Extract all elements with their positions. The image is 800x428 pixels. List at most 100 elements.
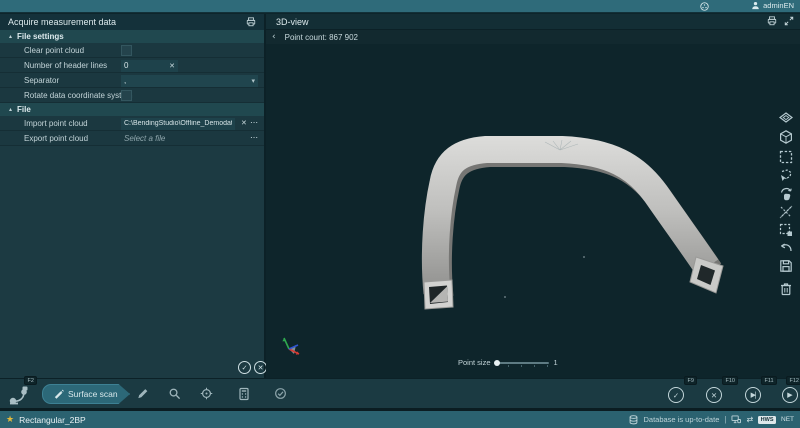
expand-view-icon[interactable] [784,16,794,26]
panel-title: Acquire measurement data [8,17,116,27]
print-icon[interactable] [246,17,256,27]
invert-selection-icon[interactable] [778,222,794,238]
row-label: Number of header lines [24,61,107,70]
panel-header: Acquire measurement data [0,14,264,30]
point-count-label: Point count: 867 902 [285,33,358,42]
print-icon[interactable] [767,16,777,26]
section-title: File [17,105,31,114]
close-icon: ✕ [258,364,264,372]
cube-view-icon[interactable] [778,129,794,145]
point-size-value: 1 [554,358,558,367]
play-f12-button[interactable]: ▶ [782,387,798,403]
row-header-lines: Number of header lines 0 ✕ [0,58,264,73]
tube-render [266,44,800,378]
close-icon: ✕ [711,391,717,400]
slider-handle[interactable] [494,360,500,366]
row-export-point-cloud: Export point cloud Select a file ⋯ [0,131,264,146]
section-file[interactable]: ▴ File [0,103,264,116]
status-bar: ★ Rectangular_2BP Database is up-to-date… [0,411,800,428]
f10-badge: F10 [722,376,738,385]
point-size-label: Point size [458,358,491,367]
collapse-icon: ▴ [9,106,12,113]
save-icon[interactable] [778,258,794,274]
play-icon: ▶ [787,391,792,399]
f2-badge: F2 [24,376,37,385]
search-icon[interactable] [168,387,181,400]
row-import-point-cloud: Import point cloud C:\BendingStudio\Offl… [0,116,264,131]
check-icon: ✓ [242,364,248,372]
separator-dropdown[interactable]: , ▾ [121,75,258,87]
surface-scan-button[interactable]: Surface scan [42,384,130,404]
rotate-select-icon[interactable] [778,186,794,202]
row-label: Separator [24,76,59,85]
input-value: 0 [124,61,166,70]
hws-badge: HWS [758,416,776,424]
user-icon [751,1,760,10]
file-placeholder: Select a file [124,134,245,143]
surface-scan-label: Surface scan [68,389,118,399]
back-chevron-icon[interactable]: ‹ [272,32,276,42]
delete-icon[interactable] [778,281,794,297]
point-size-slider[interactable] [496,362,549,364]
top-bar: adminEN [0,0,800,13]
header-lines-input[interactable]: 0 ✕ [121,60,178,72]
status-separator: | [724,415,726,424]
collapse-icon: ▴ [9,33,12,40]
acquire-measurement-panel: Acquire measurement data ▴ File settings… [0,14,266,378]
row-label: Clear point cloud [24,46,84,55]
check-icon: ✓ [673,391,679,400]
database-status: Database is up-to-date [643,415,719,424]
export-file-field[interactable]: Select a file [121,133,248,145]
favorite-star-icon: ★ [6,415,14,425]
play-step-icon: ▶| [751,391,756,399]
database-icon [629,415,638,425]
row-label: Rotate data coordinate system [24,91,133,100]
import-file-field[interactable]: C:\BendingStudio\Offline_Demodata\Demo_p… [121,118,235,130]
apply-button[interactable]: ✓ [238,361,251,374]
axes-triad [282,338,299,355]
calculator-icon[interactable] [238,387,250,401]
app-menu-icon[interactable] [700,2,709,11]
browse-icon[interactable]: ⋯ [250,133,257,142]
user-name: adminEN [763,1,794,10]
step-f11-button[interactable]: ▶| [745,387,761,403]
undo-icon[interactable] [778,240,794,256]
clear-point-cloud-checkbox[interactable] [121,45,132,56]
validate-check-icon[interactable] [274,387,287,400]
row-clear-point-cloud: Clear point cloud [0,43,264,58]
deselect-icon[interactable] [778,204,794,220]
point-size-control: Point size 1 [458,358,558,367]
f9-badge: F9 [684,376,697,385]
workstation-icon [731,415,741,424]
lasso-select-icon[interactable] [778,168,794,184]
row-label: Export point cloud [24,134,88,143]
center-target-icon[interactable] [200,387,213,400]
edit-pencil-icon[interactable] [136,387,149,400]
row-label: Import point cloud [24,119,88,128]
point-count-bar: ‹ Point count: 867 902 [266,30,800,44]
chevron-down-icon: ▾ [251,77,255,85]
measuring-arm-icon[interactable] [8,383,32,405]
net-label: NET [781,416,794,423]
row-rotate-coordinate: Rotate data coordinate system [0,88,264,103]
scan-probe-icon [53,389,64,400]
ok-f9-button[interactable]: ✓ [668,387,684,403]
section-title: File settings [17,32,64,41]
rectangle-select-icon[interactable] [778,149,794,165]
dropdown-value: , [124,76,251,85]
rotate-coordinate-checkbox[interactable] [121,90,132,101]
clear-file-icon[interactable]: ✕ [238,119,247,127]
section-file-settings[interactable]: ▴ File settings [0,30,264,43]
row-separator: Separator , ▾ [0,73,264,88]
view3d-title: 3D-view [276,17,309,27]
view3d-header: 3D-view [266,14,800,30]
cancel-f10-button[interactable]: ✕ [706,387,722,403]
browse-icon[interactable]: ⋯ [250,118,257,127]
project-name[interactable]: Rectangular_2BP [19,415,86,425]
file-path-value: C:\BendingStudio\Offline_Demodata\Demo_p… [124,120,232,127]
sync-icon: ⇄ [746,415,753,424]
view-fit-icon[interactable] [778,110,794,126]
clear-input-icon[interactable]: ✕ [166,62,175,70]
f12-badge: F12 [786,376,800,385]
user-menu[interactable]: adminEN [751,1,794,10]
